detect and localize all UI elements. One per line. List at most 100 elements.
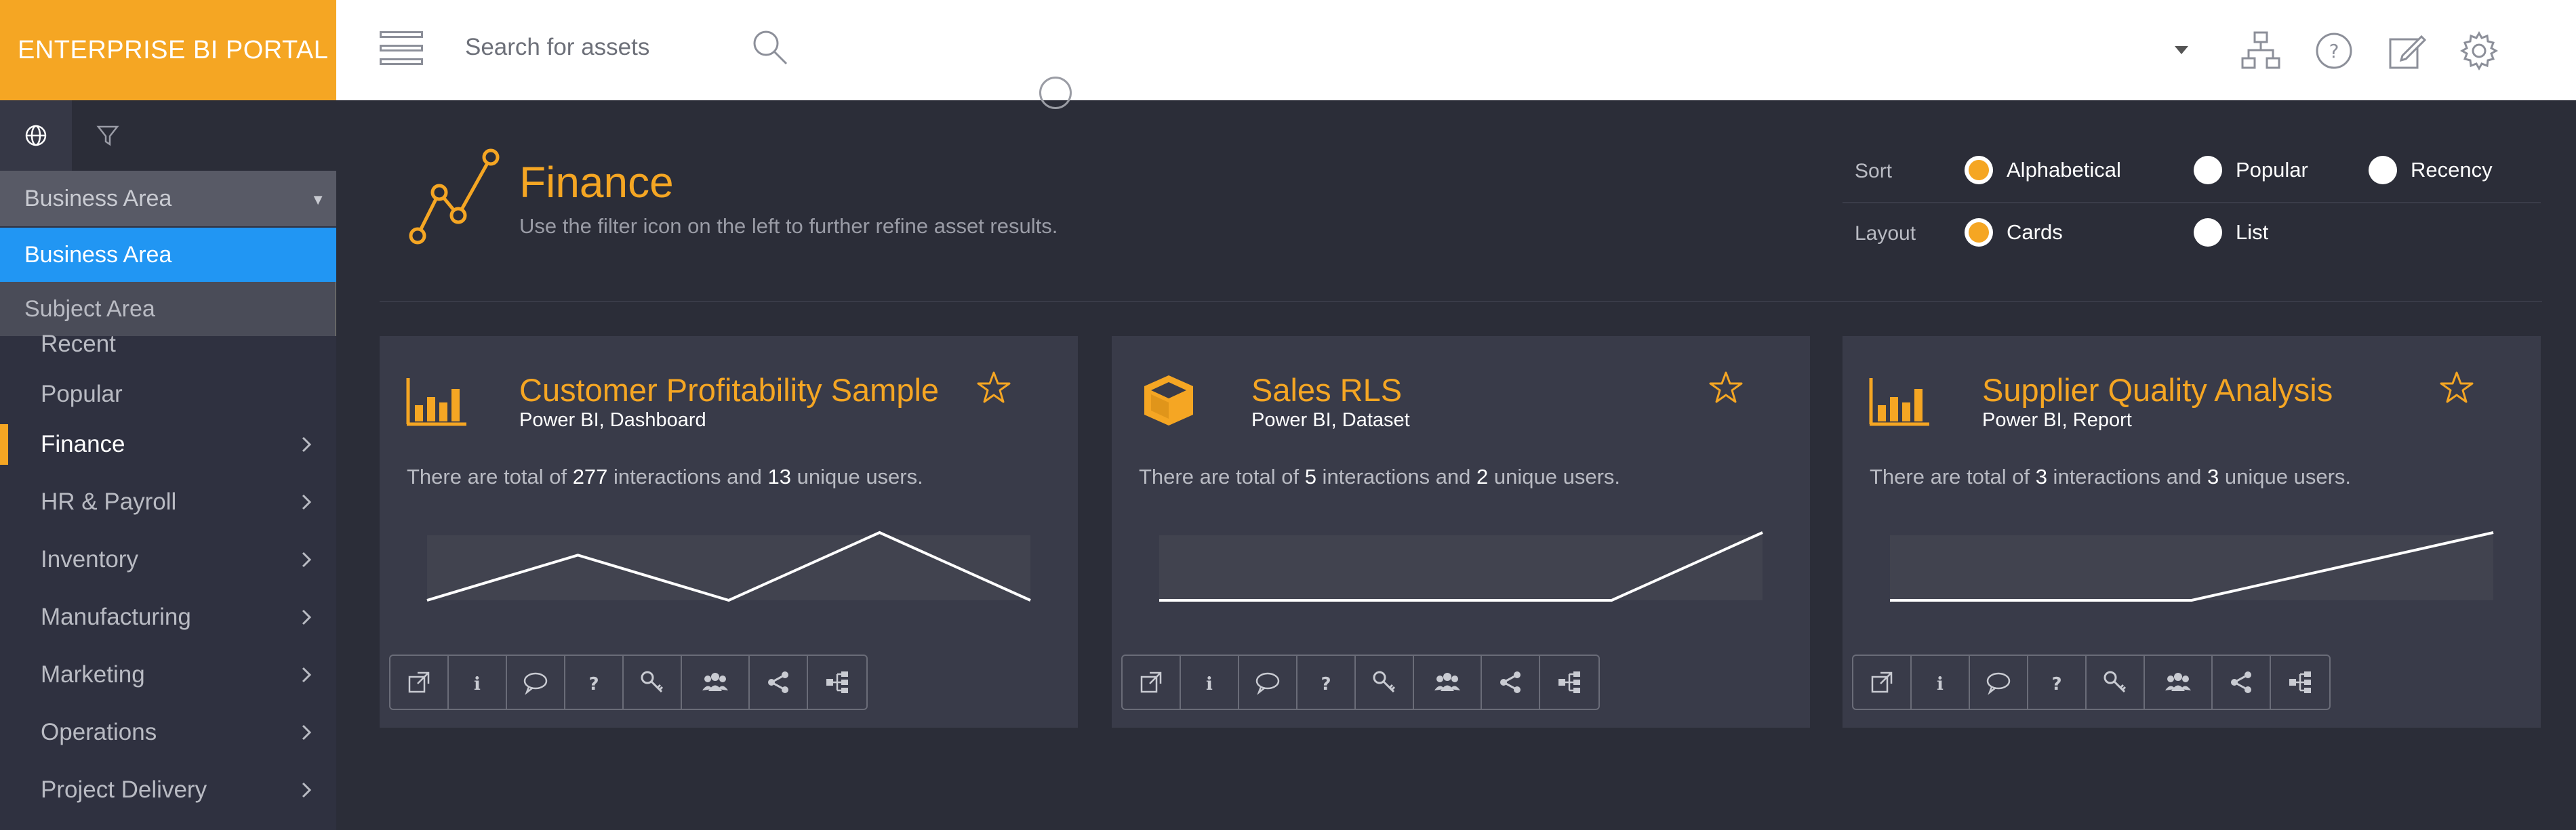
menu-icon[interactable] — [380, 31, 423, 65]
users-button[interactable] — [1414, 656, 1482, 709]
sort-popular-radio[interactable]: Popular — [2194, 156, 2308, 184]
share-button[interactable] — [750, 656, 808, 709]
view-options: Sort Alphabetical Popular Recency Layout… — [1843, 141, 2541, 266]
desc-prefix: There are total of — [1870, 465, 2036, 489]
info-button[interactable]: i — [449, 656, 507, 709]
sidebar-item-hr-payroll[interactable]: HR & Payroll — [0, 478, 336, 526]
layout-list-radio[interactable]: List — [2194, 218, 2268, 247]
bar-chart-icon — [1869, 378, 1929, 426]
caret-down-icon: ▼ — [310, 191, 325, 208]
svg-text:i: i — [1206, 674, 1213, 694]
trend-sparkline — [1890, 531, 2494, 602]
sidebar-item-project-delivery[interactable]: Project Delivery — [0, 766, 336, 814]
radio-dot — [2369, 156, 2397, 184]
share-button[interactable] — [2213, 656, 2271, 709]
radio-label: Recency — [2411, 158, 2493, 182]
asset-card[interactable]: Customer Profitability Sample Power BI, … — [380, 336, 1078, 728]
key-icon — [2104, 671, 2127, 693]
star-icon[interactable] — [2439, 370, 2474, 405]
chevron-down-icon[interactable] — [2172, 43, 2191, 57]
help-button[interactable]: ? — [565, 656, 624, 709]
open-external-button[interactable] — [390, 656, 449, 709]
asset-card[interactable]: Sales RLS Power BI, Dataset There are to… — [1112, 336, 1810, 728]
share-button[interactable] — [1482, 656, 1540, 709]
key-button[interactable] — [2087, 656, 2145, 709]
edit-icon[interactable] — [2388, 31, 2427, 70]
comment-button[interactable] — [1239, 656, 1297, 709]
card-subtitle: Power BI, Dashboard — [519, 409, 706, 431]
dropdown-option-business-area[interactable]: Business Area — [0, 228, 336, 282]
info-icon: i — [1206, 674, 1213, 694]
key-button[interactable] — [1356, 656, 1414, 709]
sort-recency-radio[interactable]: Recency — [2369, 156, 2493, 184]
divider — [380, 301, 2542, 302]
comment-icon — [1986, 672, 2011, 695]
trend-sparkline — [1159, 531, 1763, 602]
lineage-button[interactable] — [808, 656, 866, 709]
sort-alphabetical-radio[interactable]: Alphabetical — [1965, 156, 2121, 184]
info-button[interactable]: i — [1912, 656, 1970, 709]
comment-button[interactable] — [1970, 656, 2028, 709]
open-external-button[interactable] — [1123, 656, 1181, 709]
open-external-icon — [408, 671, 430, 693]
help-button[interactable]: ? — [1297, 656, 1356, 709]
key-button[interactable] — [624, 656, 682, 709]
desc-mid: interactions and — [607, 465, 768, 489]
sidebar-item-operations[interactable]: Operations — [0, 708, 336, 757]
hierarchy-icon[interactable] — [2241, 31, 2280, 70]
card-subtitle: Power BI, Dataset — [1251, 409, 1410, 431]
lineage-icon — [1558, 671, 1580, 693]
sidebar-item-popular[interactable]: Popular — [0, 370, 336, 419]
star-icon[interactable] — [976, 370, 1011, 405]
asset-card[interactable]: Supplier Quality Analysis Power BI, Repo… — [1843, 336, 2541, 728]
star-icon[interactable] — [1708, 370, 1744, 405]
share-icon — [768, 671, 788, 693]
sidebar-item-recent[interactable]: Recent — [0, 320, 336, 369]
users-button[interactable] — [682, 656, 750, 709]
lineage-button[interactable] — [1540, 656, 1598, 709]
lineage-icon — [2289, 671, 2311, 693]
layout-cards-radio[interactable]: Cards — [1965, 218, 2063, 247]
card-title[interactable]: Supplier Quality Analysis — [1982, 371, 2333, 409]
radio-dot — [1965, 218, 1993, 247]
interaction-count: 3 — [2035, 465, 2047, 489]
help-icon[interactable]: ? — [2314, 31, 2354, 70]
sidebar-item-manufacturing[interactable]: Manufacturing — [0, 593, 336, 642]
card-description: There are total of 277 interactions and … — [407, 465, 923, 489]
tab-filter[interactable] — [72, 100, 144, 171]
help-button[interactable]: ? — [2028, 656, 2087, 709]
card-subtitle: Power BI, Report — [1982, 409, 2132, 431]
search-input[interactable] — [465, 28, 750, 66]
top-bar: ? — [336, 0, 2576, 100]
chevron-right-icon — [302, 667, 312, 683]
open-external-button[interactable] — [1853, 656, 1912, 709]
settings-icon[interactable] — [2459, 31, 2499, 70]
globe-icon — [25, 125, 47, 146]
comment-button[interactable] — [507, 656, 565, 709]
unique-user-count: 3 — [2207, 465, 2219, 489]
users-icon — [2165, 673, 2191, 691]
brand-title[interactable]: ENTERPRISE BI PORTAL — [0, 0, 336, 100]
sidebar-item-finance[interactable]: Finance — [0, 420, 336, 469]
page-title: Finance — [519, 158, 674, 207]
radio-dot — [1965, 156, 1993, 184]
sidebar-item-marketing[interactable]: Marketing — [0, 650, 336, 699]
tab-globe[interactable] — [0, 100, 72, 171]
radio-dot — [2194, 218, 2222, 247]
chevron-right-icon — [302, 609, 312, 625]
lineage-button[interactable] — [2271, 656, 2329, 709]
chevron-right-icon — [302, 494, 312, 510]
card-title[interactable]: Sales RLS — [1251, 371, 1402, 409]
users-button[interactable] — [2145, 656, 2213, 709]
info-button[interactable]: i — [1181, 656, 1239, 709]
unique-user-count: 13 — [767, 465, 791, 489]
card-title[interactable]: Customer Profitability Sample — [519, 371, 939, 409]
users-icon — [1434, 673, 1460, 691]
search-icon[interactable] — [751, 28, 789, 66]
sidebar-item-label: Manufacturing — [41, 604, 191, 630]
sidebar-item-inventory[interactable]: Inventory — [0, 535, 336, 584]
svg-text:?: ? — [588, 674, 599, 694]
filter-icon — [96, 125, 119, 146]
business-area-select[interactable]: Business Area ▼ — [0, 171, 336, 226]
sidebar-item-label: Project Delivery — [41, 776, 207, 803]
